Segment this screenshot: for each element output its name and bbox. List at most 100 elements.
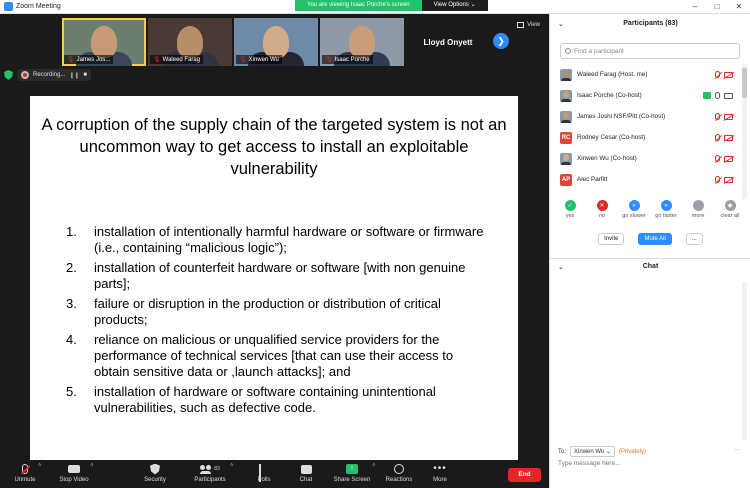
audio-options-chevron-icon[interactable]: ˄ — [38, 463, 42, 469]
mic-icon[interactable] — [715, 92, 720, 99]
chat-recipient-row: To: Xinwen Wu ⌄ (Privately) — [558, 446, 646, 457]
participant-list: Waleed Farag (Host, me) Isaac Porche (Co-… — [550, 64, 750, 190]
participant-row[interactable]: Isaac Porche (Co-host) — [550, 85, 750, 106]
invite-button[interactable]: Invite — [598, 233, 625, 245]
participant-actions: Invite Mute All ... — [550, 233, 750, 245]
next-page-button[interactable]: ❯ — [493, 33, 509, 49]
muted-mic-icon[interactable] — [715, 155, 720, 162]
slide-list-item: 5. installation of hardware or software c… — [66, 384, 486, 416]
share-options-chevron-icon[interactable]: ˄ — [372, 463, 376, 469]
maximize-icon[interactable]: □ — [706, 0, 728, 14]
participant-row[interactable]: Xinwen Wu (Co-host) — [550, 148, 750, 169]
feedback-label: no — [598, 213, 606, 219]
unmute-label: Unmute — [14, 477, 36, 483]
more-button[interactable]: ••• More — [428, 463, 452, 484]
participant-avatar — [560, 68, 572, 81]
slide-list-text: failure or disruption in the production … — [94, 296, 441, 327]
reactions-button[interactable]: Reactions — [384, 463, 414, 483]
video-options-chevron-icon[interactable]: ˄ — [90, 463, 94, 469]
slide-list-item: 3. failure or disruption in the productio… — [66, 296, 486, 328]
thumbnail-name-label: 🎙 Waleed Farag — [150, 55, 204, 64]
participants-count-badge: 83 — [214, 466, 220, 472]
feedback-yes-button[interactable]: ✓ yes — [558, 200, 582, 219]
stop-video-label: Stop Video — [59, 477, 89, 483]
feedback-icon: » — [660, 200, 672, 211]
search-icon — [565, 48, 571, 54]
feedback-no-button[interactable]: ✕ no — [590, 200, 614, 219]
feedback-clear-all-button[interactable]: ◆ clear all — [718, 200, 742, 219]
participant-row[interactable]: RC Rodney Cesar (Co-host) — [550, 127, 750, 148]
close-icon[interactable]: ✕ — [728, 0, 750, 14]
participant-search-input[interactable] — [574, 47, 734, 55]
slide-list-number: 3. — [66, 296, 77, 311]
mute-all-button[interactable]: Mute All — [638, 233, 672, 245]
feedback-go-faster-button[interactable]: » go faster — [654, 200, 678, 219]
participant-status-icons — [715, 155, 733, 162]
chat-message-input[interactable] — [558, 460, 743, 467]
muted-mic-icon[interactable] — [715, 71, 720, 78]
slide-list-text: installation of counterfeit hardware or … — [94, 260, 466, 291]
video-off-icon — [724, 71, 733, 78]
pause-recording-icon[interactable]: ❙❙ — [69, 72, 79, 79]
muted-mic-icon: 🎙 — [67, 57, 75, 63]
thumbnail-name-label: 🎙 James Jos... — [64, 55, 114, 64]
participants-button[interactable]: 83 Participants — [190, 463, 230, 483]
slide-list-number: 2. — [66, 260, 77, 275]
feedback-icon: ✓ — [564, 200, 576, 211]
view-button[interactable]: View — [517, 22, 540, 28]
participants-panel: ⌄ Participants (83) Waleed Farag (Host, … — [549, 14, 750, 488]
collapse-chevron-icon[interactable]: ⌄ — [558, 20, 564, 28]
participant-row[interactable]: Waleed Farag (Host, me) — [550, 64, 750, 85]
muted-mic-icon[interactable] — [715, 113, 720, 120]
feedback-go-slower-button[interactable]: « go slower — [622, 200, 646, 219]
participant-search-box[interactable] — [560, 43, 740, 59]
feedback-icon: ✕ — [596, 200, 608, 211]
stop-video-button[interactable]: Stop Video — [54, 463, 94, 483]
chat-collapse-chevron-icon[interactable]: ⌄ — [558, 263, 564, 271]
participant-name: Xinwen Wu (Co-host) — [577, 155, 637, 162]
minimize-icon[interactable]: – — [684, 0, 706, 14]
participant-row[interactable]: AP Alec Parfitt — [550, 169, 750, 190]
chat-button[interactable]: Chat — [294, 463, 318, 483]
end-meeting-button[interactable]: End — [508, 468, 541, 482]
view-options-button[interactable]: View Options ⌄ — [421, 0, 488, 11]
participants-more-button[interactable]: ... — [685, 233, 703, 245]
feedback-icon — [692, 200, 704, 211]
stop-recording-icon[interactable]: ■ — [83, 72, 87, 78]
chat-privately-label: (Privately) — [618, 448, 646, 455]
main-video-area: 🎙 James Jos... 🎙 Waleed Farag 🎙 Xinwen Wu 🎙 Isa… — [0, 14, 548, 472]
feedback-icon: « — [628, 200, 640, 211]
participant-name: James Joshi NSF/Pitt (Co-host) — [577, 113, 666, 120]
more-label: More — [433, 477, 447, 483]
video-thumbnail[interactable]: 🎙 James Jos... — [62, 18, 146, 66]
muted-mic-icon[interactable] — [715, 134, 720, 141]
video-icon — [724, 92, 733, 99]
nonverbal-feedback-row: ✓ yes ✕ no « go slower » go faster more ◆ clear al… — [558, 200, 742, 219]
muted-mic-icon[interactable] — [715, 176, 720, 183]
slide-list-item: 1. installation of intentionally harmful … — [66, 224, 486, 256]
viewing-screen-label: You are viewing Isaac Porche's screen — [295, 0, 422, 11]
video-thumbnail[interactable]: 🎙 Isaac Porche — [320, 18, 404, 66]
participants-options-chevron-icon[interactable]: ˄ — [230, 463, 234, 469]
participant-list-scrollbar[interactable] — [742, 64, 747, 199]
grid-view-icon — [517, 22, 525, 28]
participant-row[interactable]: James Joshi NSF/Pitt (Co-host) — [550, 106, 750, 127]
chat-recipient-select[interactable]: Xinwen Wu ⌄ — [570, 446, 615, 457]
slide-list-text: installation of intentionally harmful ha… — [94, 224, 484, 255]
polls-button[interactable]: Polls — [252, 463, 276, 483]
participant-avatar — [560, 110, 572, 123]
video-thumbnail[interactable]: 🎙 Waleed Farag — [148, 18, 232, 66]
video-thumbnail-name-only[interactable]: Lloyd Onyett — [406, 18, 490, 66]
video-thumbnail[interactable]: 🎙 Xinwen Wu — [234, 18, 318, 66]
share-screen-button[interactable]: ↑ Share Screen — [332, 463, 372, 483]
scrollbar-thumb[interactable] — [742, 68, 747, 98]
participant-name: Isaac Porche (Co-host) — [577, 92, 642, 99]
slide-list-item: 2. installation of counterfeit hardware o… — [66, 260, 486, 292]
chat-more-button[interactable]: ... — [735, 446, 740, 452]
security-button[interactable]: Security — [140, 463, 170, 483]
chat-scrollbar[interactable] — [742, 282, 747, 440]
feedback-more-button[interactable]: more — [686, 200, 710, 219]
encryption-shield-icon[interactable] — [4, 70, 13, 80]
unmute-button[interactable]: Unmute — [8, 463, 42, 483]
feedback-label: more — [691, 213, 705, 219]
